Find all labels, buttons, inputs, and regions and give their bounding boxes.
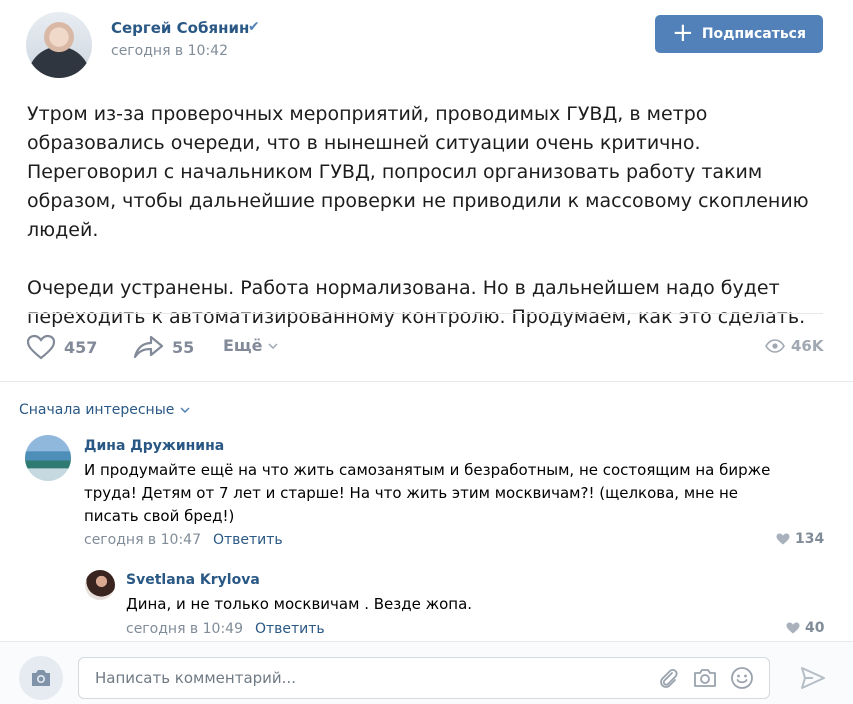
post-time[interactable]: сегодня в 10:42 <box>111 43 228 59</box>
paperclip-icon[interactable] <box>656 666 680 690</box>
comment-like-button[interactable]: 40 <box>786 620 824 636</box>
like-count: 457 <box>64 337 98 357</box>
plus-icon: + <box>672 17 694 48</box>
sort-label: Сначала интересные <box>19 402 175 418</box>
post-text: Утром из-за проверочных мероприятий, про… <box>27 100 827 332</box>
verified-icon: ✔ <box>248 19 260 35</box>
comment-like-button[interactable]: 134 <box>776 531 824 547</box>
post-paragraph: Утром из-за проверочных мероприятий, про… <box>27 103 809 241</box>
subscribe-label: Подписаться <box>701 26 806 42</box>
heart-icon <box>786 622 800 634</box>
heart-icon <box>776 533 790 545</box>
smile-icon[interactable] <box>730 666 754 690</box>
comment-placeholder: Написать комментарий... <box>95 669 296 687</box>
comment-meta: сегодня в 10:49 Ответить <box>126 621 325 637</box>
chevron-down-icon <box>180 407 190 413</box>
comment-time[interactable]: сегодня в 10:49 <box>126 621 243 637</box>
like-button[interactable]: 457 <box>26 334 97 360</box>
reply-button[interactable]: Ответить <box>213 532 283 548</box>
heart-icon <box>26 334 56 360</box>
more-button[interactable]: Ещё <box>223 336 278 355</box>
divider <box>27 313 823 314</box>
comment-author[interactable]: Svetlana Krylova <box>126 572 260 588</box>
reply-button[interactable]: Ответить <box>255 621 325 637</box>
share-count: 55 <box>172 337 195 357</box>
comment-text: Дина, и не только москвичам . Везде жопа… <box>126 595 473 613</box>
camera-button[interactable] <box>19 656 63 700</box>
send-icon[interactable] <box>800 666 826 690</box>
comment-time[interactable]: сегодня в 10:47 <box>84 532 201 548</box>
comment-avatar[interactable] <box>85 570 115 600</box>
eye-icon <box>765 339 785 353</box>
views-counter: 46K <box>765 337 824 355</box>
comment-author[interactable]: Дина Дружинина <box>84 438 224 454</box>
camera-icon[interactable] <box>692 666 718 690</box>
camera-icon <box>29 668 53 688</box>
subscribe-button[interactable]: + Подписаться <box>655 15 823 53</box>
comment-avatar[interactable] <box>25 435 71 481</box>
comment-text: И продумайте ещё на что жить самозанятым… <box>84 461 771 525</box>
divider <box>0 381 853 382</box>
comment-like-count: 134 <box>795 531 825 547</box>
post-paragraph: Очереди устранены. Работа нормализована.… <box>27 277 806 328</box>
comments-sort[interactable]: Сначала интересные <box>19 402 190 418</box>
comment-like-count: 40 <box>805 620 825 636</box>
comment-meta: сегодня в 10:47 Ответить <box>84 532 283 548</box>
author-avatar[interactable] <box>26 12 92 78</box>
composer-tools <box>656 666 754 690</box>
views-count: 46K <box>791 337 824 355</box>
more-label: Ещё <box>223 336 263 355</box>
share-icon <box>132 334 164 360</box>
author-name[interactable]: Сергей Собянин <box>111 19 249 37</box>
share-button[interactable]: 55 <box>132 334 194 360</box>
chevron-down-icon <box>268 342 278 349</box>
